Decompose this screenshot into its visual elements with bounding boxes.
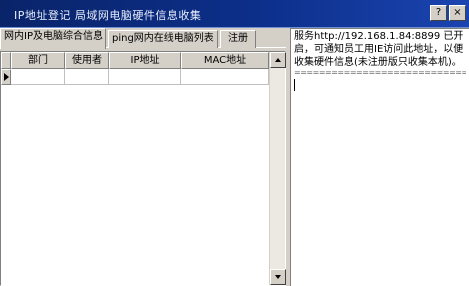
client-area: 网内IP及电脑综合信息 ping网内在线电脑列表 注册 部门 使用者 IP地址 … <box>0 28 469 286</box>
grid-vertical-scrollbar[interactable] <box>269 52 286 285</box>
server-status-message: 服务http://192.168.1.84:8899 已开启，可通知员工用IE访… <box>294 31 464 68</box>
row-indicator <box>1 69 11 85</box>
log-separator: ========================================… <box>294 69 466 77</box>
scroll-down-button[interactable] <box>270 269 286 285</box>
help-icon: ? <box>435 7 442 18</box>
cell-mac-address[interactable] <box>181 69 269 85</box>
header-user[interactable]: 使用者 <box>65 52 109 69</box>
title-bar: IP地址登记 局域网电脑硬件信息收集 ? × <box>0 0 469 28</box>
help-button[interactable]: ? <box>430 5 447 21</box>
tab-strip: 网内IP及电脑综合信息 ping网内在线电脑列表 注册 <box>0 28 286 49</box>
tab-ip-info[interactable]: 网内IP及电脑综合信息 <box>0 28 106 49</box>
arrow-up-icon <box>275 58 281 62</box>
table-row[interactable] <box>1 69 269 85</box>
computer-info-grid[interactable]: 部门 使用者 IP地址 MAC地址 <box>0 51 286 286</box>
header-department[interactable]: 部门 <box>11 52 65 69</box>
header-indicator <box>1 52 11 69</box>
close-icon: × <box>453 7 462 18</box>
header-mac-address[interactable]: MAC地址 <box>181 52 269 69</box>
row-pointer-icon <box>4 73 9 81</box>
window-title: IP地址登记 局域网电脑硬件信息收集 <box>14 9 202 22</box>
close-button[interactable]: × <box>449 5 466 21</box>
tab-ping-list[interactable]: ping网内在线电脑列表 <box>108 30 218 48</box>
text-caret <box>294 79 295 91</box>
scroll-up-button[interactable] <box>270 52 286 68</box>
cell-department[interactable] <box>11 69 65 85</box>
header-ip-address[interactable]: IP地址 <box>109 52 181 69</box>
log-memo[interactable]: 服务http://192.168.1.84:8899 已开启，可通知员工用IE访… <box>290 28 469 286</box>
arrow-down-icon <box>275 275 281 279</box>
tab-register[interactable]: 注册 <box>220 30 256 48</box>
grid-header: 部门 使用者 IP地址 MAC地址 <box>1 52 269 69</box>
cell-ip-address[interactable] <box>109 69 181 85</box>
cell-user[interactable] <box>65 69 109 85</box>
